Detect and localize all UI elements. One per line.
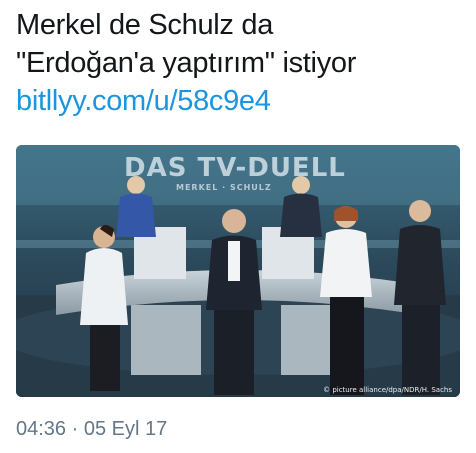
studio-logo: DAS TV-DUELL bbox=[124, 153, 346, 183]
tweet-line-2: "Erdoğan'a yaptırım" istiyor bbox=[16, 47, 357, 79]
meta-separator: · bbox=[71, 418, 79, 440]
tweet-line-1: Merkel de Schulz da bbox=[16, 9, 274, 41]
tweet-photo[interactable]: DAS TV-DUELL MERKEL · SCHULZ © picture a… bbox=[16, 145, 460, 397]
tweet-date: 05 Eyl 17 bbox=[83, 418, 168, 440]
studio-subtitle: MERKEL · SCHULZ bbox=[176, 183, 272, 192]
tweet-timestamp[interactable]: 04:36 · 05 Eyl 17 bbox=[16, 418, 167, 441]
tweet-time: 04:36 bbox=[16, 418, 67, 440]
tweet-text: Merkel de Schulz da "Erdoğan'a yaptırım"… bbox=[16, 6, 466, 120]
tweet-link[interactable]: bitllyy.com/u/58c9e4 bbox=[16, 82, 466, 120]
photo-credit: © picture alliance/dpa/NDR/H. Sachs bbox=[323, 386, 452, 394]
